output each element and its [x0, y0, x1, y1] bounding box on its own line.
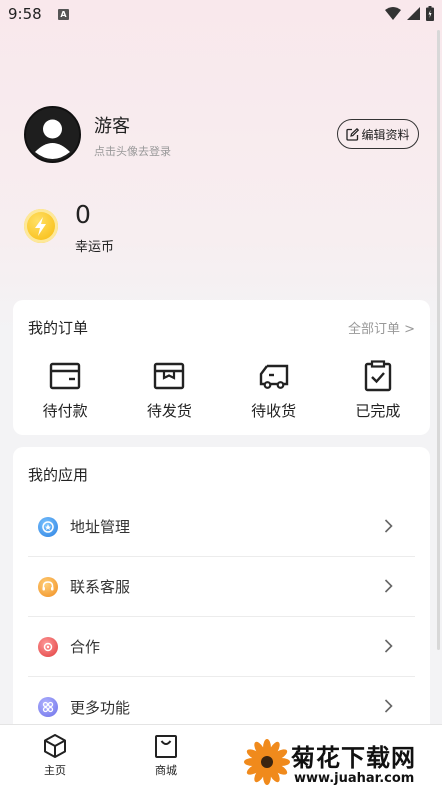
clipboard-check-icon: [364, 360, 392, 392]
cooperation-icon: [38, 636, 58, 657]
user-name[interactable]: 游客: [94, 112, 130, 138]
wallet-icon: [49, 362, 81, 390]
wifi-icon: [385, 7, 401, 20]
app-customer-service[interactable]: 联系客服: [28, 557, 415, 617]
lightning-coin-icon: [24, 209, 58, 243]
apps-card: 我的应用 地址管理 联系客服 合作 更多功能: [13, 447, 430, 737]
truck-icon: [259, 364, 288, 389]
orders-card: 我的订单 全部订单 > 待付款 待发货 待收货 已完成: [13, 300, 430, 435]
login-hint[interactable]: 点击头像去登录: [94, 143, 171, 159]
order-status-list: 待付款 待发货 待收货 已完成: [13, 360, 430, 421]
app-cooperation[interactable]: 合作: [28, 617, 415, 677]
orders-title: 我的订单: [28, 319, 89, 337]
package-icon: [154, 362, 185, 390]
tab-home[interactable]: 主页: [25, 733, 85, 778]
flower-logo: [244, 739, 290, 785]
order-pending-payment[interactable]: 待付款: [13, 360, 117, 421]
order-label: 已完成: [355, 402, 401, 420]
watermark: 菊花下载网 www.juahar.com: [244, 738, 440, 786]
app-label: 合作: [70, 638, 101, 656]
watermark-url: www.juahar.com: [294, 771, 415, 786]
order-label: 待收货: [251, 402, 297, 420]
watermark-title: 菊花下载网: [291, 744, 416, 772]
status-icons: [385, 6, 434, 21]
order-pending-receipt[interactable]: 待收货: [222, 360, 326, 421]
signal-icon: [407, 7, 420, 20]
notification-icon: A: [58, 9, 69, 20]
edit-profile-label: 编辑资料: [361, 127, 410, 142]
all-orders-link[interactable]: 全部订单 >: [348, 318, 415, 337]
status-time: 9:58: [8, 5, 42, 23]
tab-label: 商城: [155, 764, 177, 777]
order-label: 待付款: [42, 402, 88, 420]
status-bar: 9:58 A: [0, 0, 442, 30]
scrollbar[interactable]: [437, 30, 440, 650]
customer-service-icon: [38, 576, 58, 597]
chevron-right-icon: [384, 699, 393, 713]
tab-label: 主页: [44, 764, 66, 777]
edit-profile-button[interactable]: 编辑资料: [337, 119, 419, 149]
app-label: 地址管理: [70, 518, 131, 536]
app-label: 更多功能: [70, 698, 131, 717]
app-label: 联系客服: [70, 578, 131, 596]
more-icon: [38, 697, 58, 717]
app-address-management[interactable]: 地址管理: [28, 497, 415, 557]
chevron-right-icon: [384, 579, 393, 593]
cube-icon: [44, 734, 66, 758]
order-pending-shipment[interactable]: 待发货: [117, 360, 221, 421]
profile-header: 游客 点击头像去登录 编辑资料: [24, 106, 424, 164]
tab-mall[interactable]: 商城: [136, 733, 196, 778]
apps-title: 我的应用: [28, 466, 89, 484]
avatar[interactable]: [24, 106, 81, 163]
battery-icon: [426, 6, 434, 21]
edit-icon: [346, 127, 360, 141]
app-list: 地址管理 联系客服 合作 更多功能: [28, 497, 415, 737]
coin-value: 0: [75, 200, 91, 229]
order-label: 待发货: [146, 402, 192, 420]
shopping-bag-icon: [155, 735, 177, 758]
coin-label: 幸运币: [75, 240, 115, 255]
order-completed[interactable]: 已完成: [326, 360, 430, 421]
user-icon: [26, 108, 79, 161]
chevron-right-icon: [384, 519, 393, 533]
chevron-right-icon: [384, 639, 393, 653]
address-icon: [38, 516, 58, 537]
lucky-coin-block[interactable]: 0 幸运币: [24, 200, 224, 256]
